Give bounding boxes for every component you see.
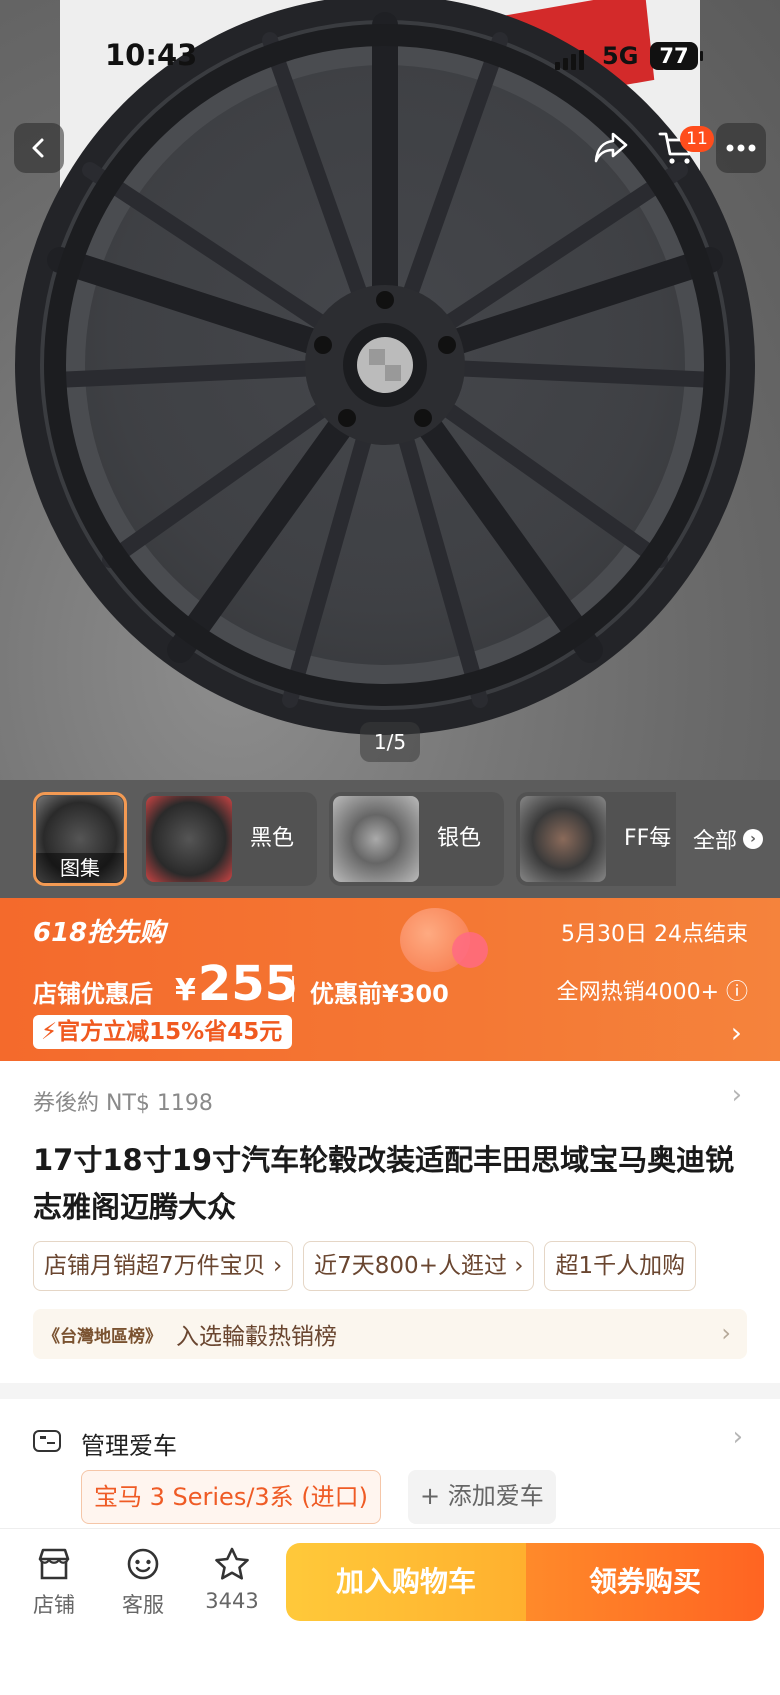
- chevron-right-icon: ›: [730, 1016, 742, 1049]
- shop-button[interactable]: 店铺: [14, 1545, 94, 1619]
- thumbnail-image: [146, 796, 232, 882]
- buy-now-button[interactable]: 领券购买: [526, 1543, 764, 1621]
- thumbnail-label: 图集: [36, 853, 124, 883]
- thumbnail-label: FF每: [624, 826, 672, 851]
- chevron-right-icon: ›: [732, 1422, 743, 1452]
- battery-icon: 77: [650, 42, 703, 70]
- status-time: 10:43: [105, 38, 198, 72]
- thumbnail-gallery[interactable]: 图集: [33, 792, 127, 886]
- section-divider: [0, 1383, 780, 1399]
- thumbnail-silver[interactable]: 银色: [329, 792, 504, 886]
- thumbnail-ff[interactable]: FF每: [516, 792, 691, 886]
- currency-symbol: ¥: [175, 973, 196, 1008]
- service-label: 客服: [122, 1593, 164, 1617]
- star-icon: [192, 1545, 272, 1583]
- original-price: 优惠前¥300: [310, 980, 449, 1008]
- shop-label: 店铺: [33, 1593, 75, 1617]
- discount-price: ¥255: [175, 956, 298, 1012]
- thumbnail-image: [520, 796, 606, 882]
- discount-text: 官方立减15%省45元: [57, 1019, 283, 1045]
- manage-car-title: 管理爱车: [81, 1432, 177, 1460]
- chip-add-to-cart-count[interactable]: 超1千人加购: [544, 1241, 697, 1291]
- price-divider: [292, 976, 294, 1002]
- favorite-button[interactable]: 3443: [192, 1545, 272, 1613]
- more-dots-icon: [726, 144, 756, 152]
- cart-count-badge: 11: [680, 126, 714, 152]
- shop-icon: [14, 1545, 94, 1583]
- chip-recent-visits[interactable]: 近7天800+人逛过 ›: [303, 1241, 535, 1291]
- highlight-chips: 店铺月销超7万件宝贝 › 近7天800+人逛过 › 超1千人加购: [33, 1241, 780, 1293]
- product-title: 17寸18寸19寸汽车轮毂改装适配丰田思域宝马奥迪锐志雅阁迈腾大众: [33, 1143, 735, 1224]
- product-page: 10:43 5G 77 11 1/5 图集 黑色 银色 FF每 全部 › 618…: [0, 0, 780, 1695]
- back-button[interactable]: [14, 123, 64, 173]
- event-tag: 618抢先购: [33, 918, 166, 948]
- promo-banner[interactable]: 618抢先购 5月30日 24点结束 店铺优惠后 ¥255 优惠前¥300 全网…: [0, 898, 780, 1061]
- product-image[interactable]: 10:43 5G 77 11 1/5: [0, 0, 780, 780]
- chevron-right-icon: ›: [721, 1319, 731, 1347]
- discount-badge: ⚡官方立减15%省45元: [33, 1015, 293, 1049]
- more-button[interactable]: [716, 123, 766, 173]
- bottom-action-bar: 店铺 客服 3443 加入购物车 领券购买: [0, 1528, 780, 1695]
- selected-car-chip[interactable]: 宝马 3 Series/3系 (进口): [81, 1470, 382, 1524]
- coupon-price[interactable]: 券後約 NT$ 1198: [33, 1085, 213, 1117]
- thumbnail-label: 银色: [437, 826, 482, 851]
- lightning-icon: ⚡: [41, 1019, 58, 1045]
- add-to-cart-button[interactable]: 加入购物车: [286, 1543, 526, 1621]
- view-all-button[interactable]: 全部 ›: [676, 780, 780, 898]
- ranking-text: 入选輪轂热销榜: [176, 1324, 337, 1350]
- chevron-right-icon: ›: [731, 1080, 742, 1110]
- view-all-label: 全部: [692, 829, 737, 854]
- network-type: 5G: [602, 42, 639, 70]
- image-counter: 1/5: [360, 722, 420, 762]
- car-icon: [33, 1430, 61, 1452]
- thumbnail-black[interactable]: 黑色: [142, 792, 317, 886]
- ranking-badge: 《台灣地區榜》: [43, 1326, 162, 1347]
- customer-service-icon: [103, 1545, 183, 1583]
- add-car-button[interactable]: + 添加爱车: [408, 1470, 556, 1524]
- manage-car-row[interactable]: 管理爱车 ›: [33, 1420, 747, 1462]
- ranking-bar[interactable]: 《台灣地區榜》 入选輪轂热销榜 ›: [33, 1309, 747, 1359]
- thumbnail-strip: 图集 黑色 银色 FF每 全部 ›: [0, 780, 780, 898]
- status-bar: 10:43 5G 77: [0, 0, 780, 110]
- customer-service-button[interactable]: 客服: [103, 1545, 183, 1619]
- chip-monthly-sales[interactable]: 店铺月销超7万件宝贝 ›: [33, 1241, 294, 1291]
- wheel-image: [15, 0, 755, 735]
- share-icon: [594, 132, 628, 163]
- price-value: 255: [197, 956, 299, 1012]
- promo-end-time: 5月30日 24点结束: [561, 922, 748, 947]
- price-label: 店铺优惠后: [33, 980, 153, 1008]
- share-button[interactable]: [586, 123, 636, 173]
- favorites-count: 3443: [205, 1589, 259, 1613]
- chevron-right-icon: ›: [743, 829, 763, 849]
- chevron-left-icon: [32, 138, 44, 158]
- thumbnail-label: 黑色: [250, 826, 295, 851]
- signal-icon: [555, 48, 585, 70]
- hot-sales[interactable]: 全网热销4000+ ⓘ: [557, 974, 748, 1006]
- mascot-accent: [452, 932, 488, 968]
- thumbnail-image: [333, 796, 419, 882]
